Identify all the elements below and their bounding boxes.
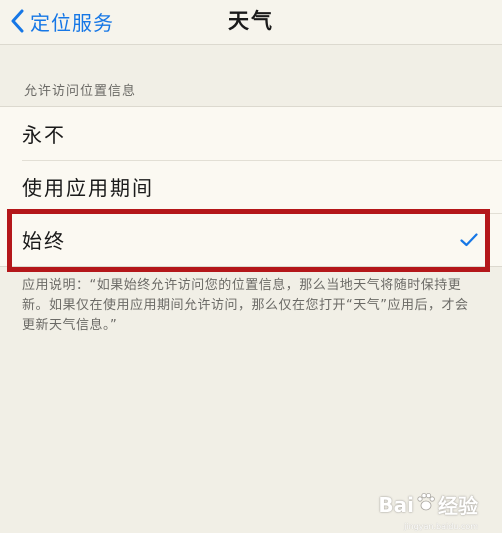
page-title: 天气: [228, 9, 274, 33]
location-access-options: 永不 使用应用期间 始终: [0, 106, 502, 267]
watermark-brand: Bai: [378, 492, 414, 517]
option-label: 始终: [22, 229, 66, 253]
option-always[interactable]: 始终: [0, 213, 502, 266]
option-while-using[interactable]: 使用应用期间: [0, 160, 502, 213]
option-label: 使用应用期间: [22, 176, 154, 200]
paw-icon: [416, 492, 436, 517]
option-never[interactable]: 永不: [0, 107, 502, 160]
watermark-url: jingyan.baidu.com: [404, 522, 478, 531]
section-header: 允许访问位置信息: [24, 84, 137, 99]
watermark-suffix: 经验: [438, 494, 478, 518]
checkmark-icon: [460, 228, 478, 252]
option-label: 永不: [22, 123, 66, 147]
app-explanation-note: 应用说明：“如果始终允许访问您的位置信息，那么当地天气将随时保持更新。如果仅在使…: [22, 278, 469, 333]
navigation-bar: 定位服务 天气: [0, 0, 502, 45]
baidu-watermark: Bai 经验: [378, 490, 478, 519]
